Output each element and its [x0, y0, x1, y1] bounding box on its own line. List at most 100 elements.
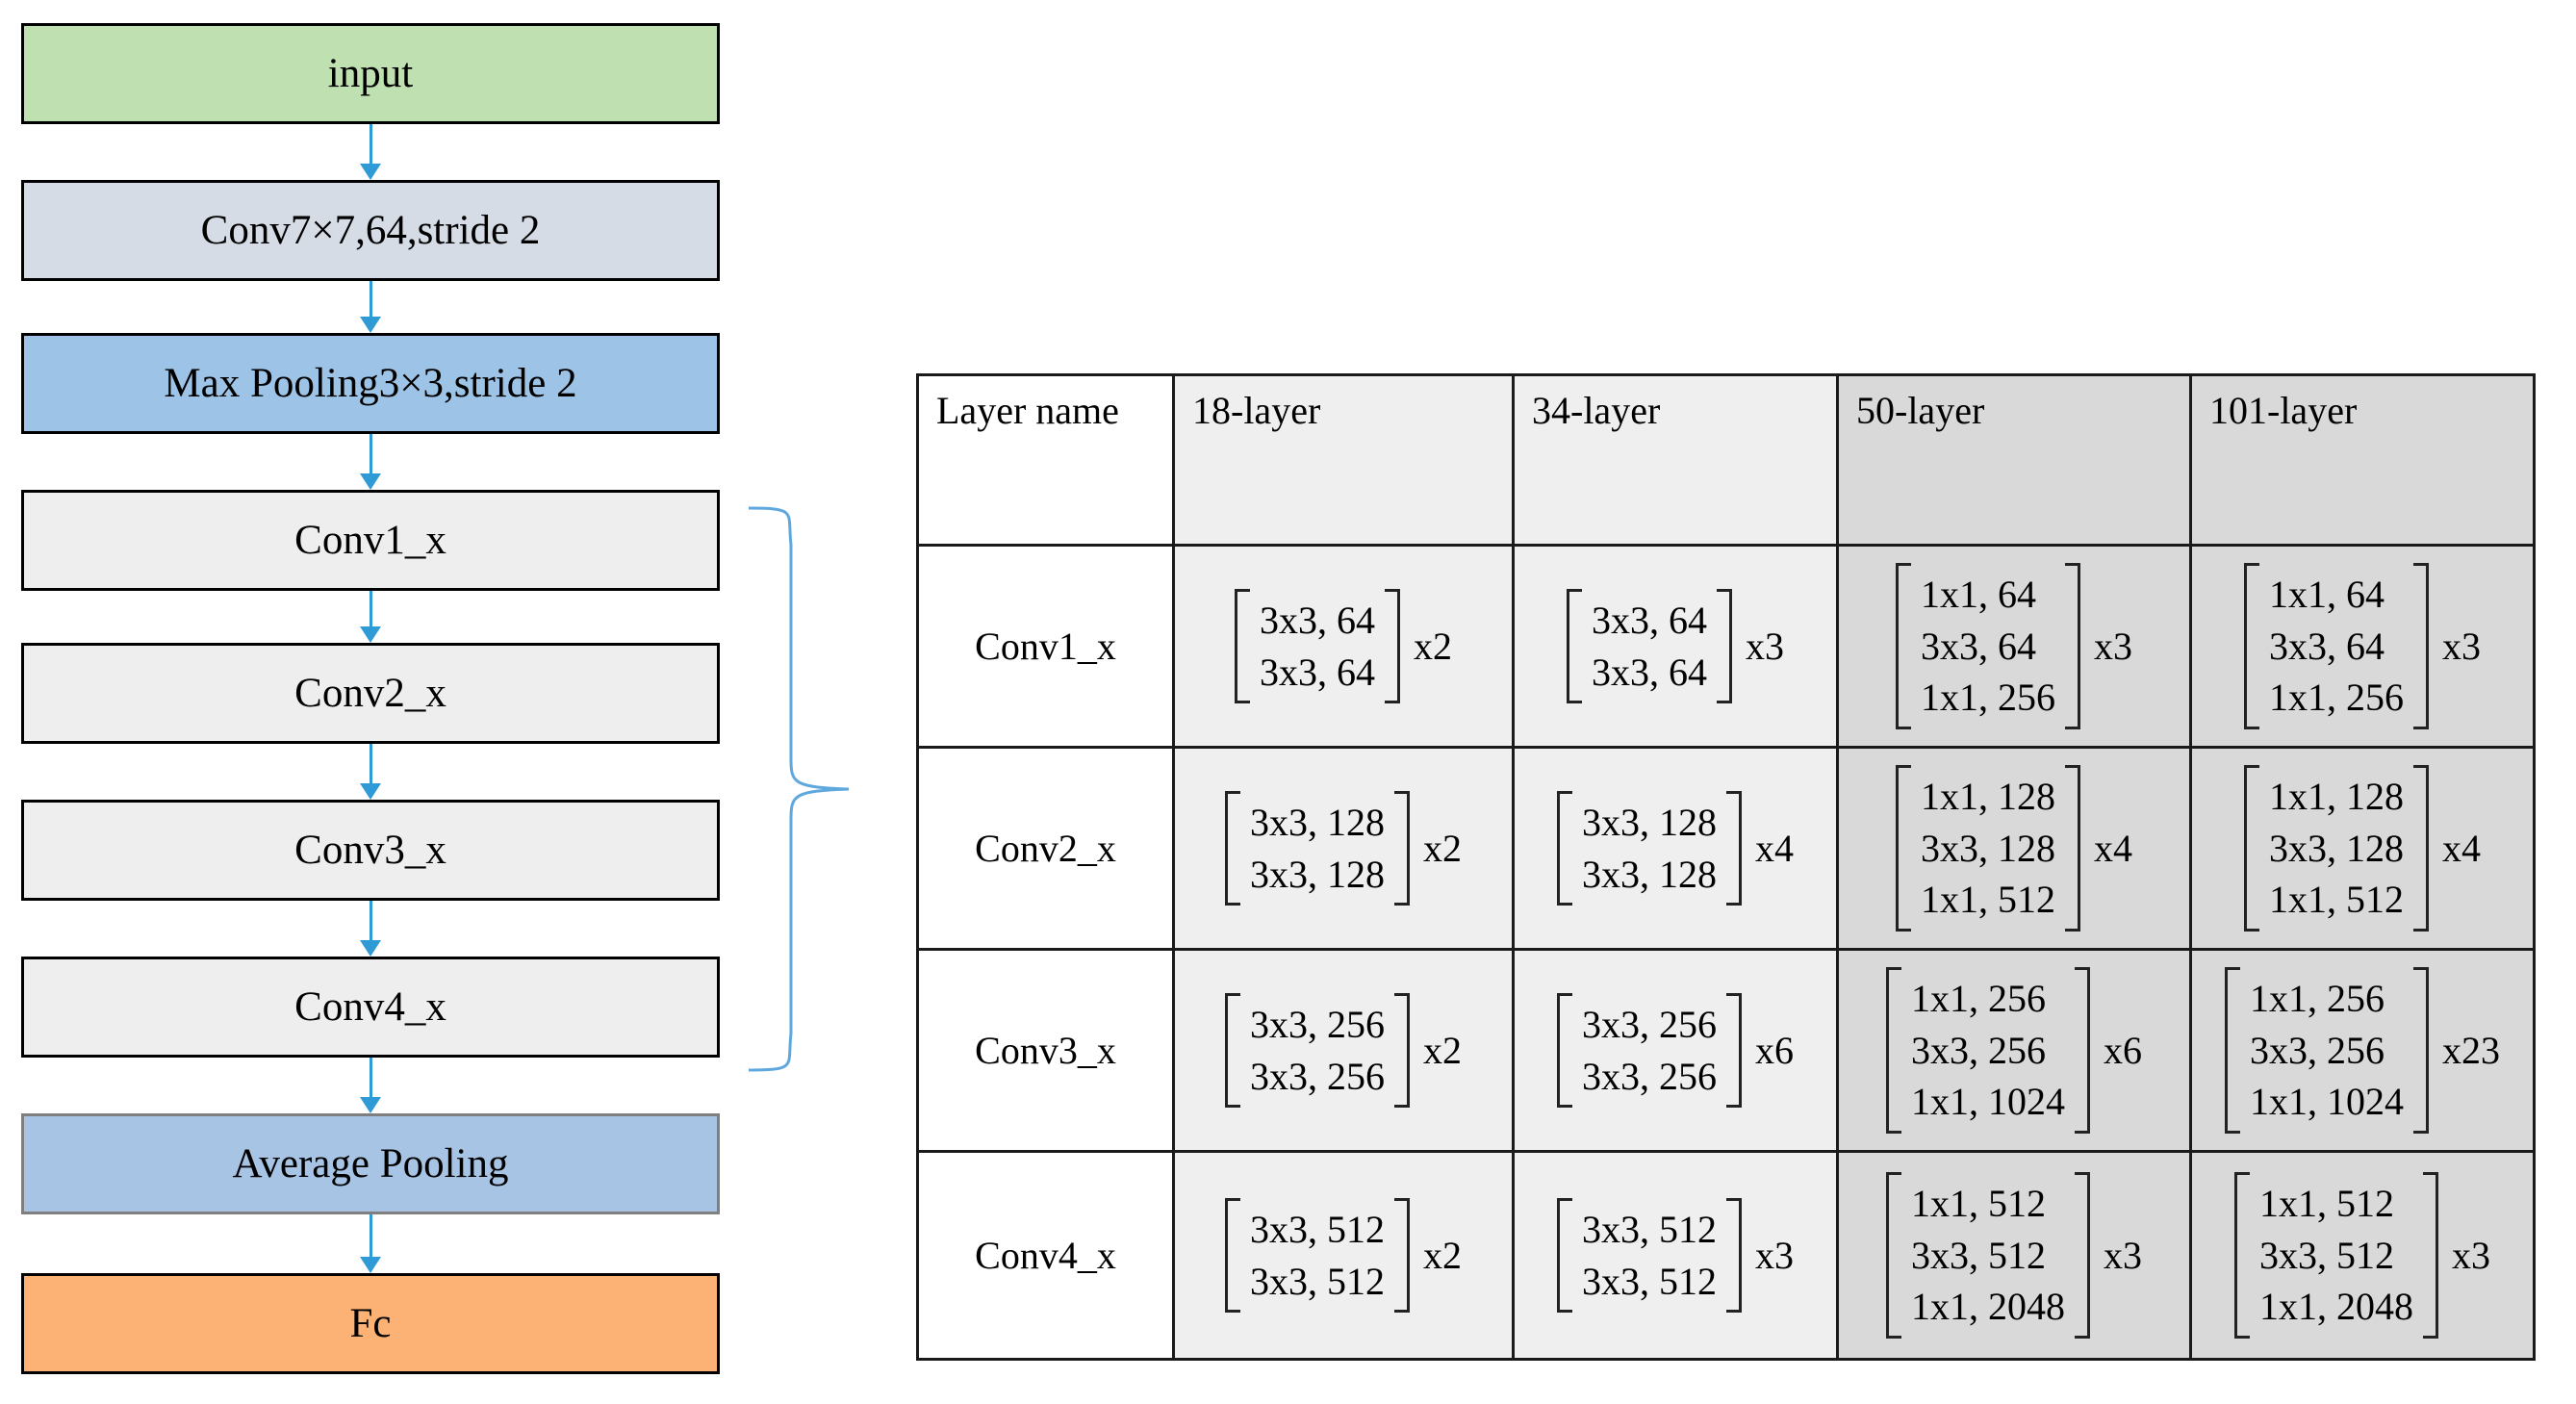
bracket-right-icon: [2423, 1172, 2438, 1339]
flow-node-input[interactable]: input: [21, 23, 720, 124]
flow-node-label: Conv4_x: [294, 984, 446, 1030]
bracket-left-icon: [1896, 563, 1911, 729]
conv-layer-spec: 1x1, 256: [1911, 977, 2046, 1021]
conv-block-matrix: 3x3, 64 3x3, 64: [1235, 588, 1400, 704]
block-cell: 1x1, 512 3x3, 512 1x1, 2048 x3: [1836, 1150, 2192, 1361]
conv-block-matrix: 3x3, 512 3x3, 512: [1225, 1197, 1410, 1314]
conv-layer-spec: 3x3, 256: [1582, 1054, 1717, 1098]
row-label-conv2_x: Conv2_x: [916, 746, 1175, 951]
conv-layer-spec: 1x1, 256: [2250, 977, 2385, 1021]
block-repeat-count: x2: [1423, 827, 1462, 870]
table-header-row: Layer name 18-layer 34-layer 50-layer 10…: [916, 373, 2536, 547]
bracket-right-icon: [2413, 967, 2429, 1134]
flow-node-conv3_x[interactable]: Conv3_x: [21, 800, 720, 901]
conv-block-matrix: 3x3, 128 3x3, 128: [1225, 790, 1410, 906]
column-header-18-layer: 18-layer: [1172, 373, 1515, 547]
flow-node-label: Average Pooling: [232, 1141, 509, 1187]
conv-layer-spec: 1x1, 128: [1921, 775, 2055, 819]
conv-layer-spec: 1x1, 64: [1921, 573, 2036, 617]
bracket-right-icon: [2413, 765, 2429, 932]
conv-block-matrix: 1x1, 64 3x3, 64 1x1, 256: [1896, 563, 2080, 729]
flow-node-label: Conv7×7,64,stride 2: [200, 208, 541, 253]
block-cell: 1x1, 128 3x3, 128 1x1, 512 x4: [2189, 746, 2536, 951]
flow-arrow-conv4_x-to-avgpool: [21, 1058, 720, 1113]
block-cell: 3x3, 128 3x3, 128 x2: [1172, 746, 1515, 951]
bracket-right-icon: [2413, 563, 2429, 729]
flow-arrow-conv3_x-to-conv4_x: [21, 901, 720, 957]
block-repeat-count: x6: [1755, 1029, 1794, 1072]
conv-block-matrix: 3x3, 128 3x3, 128: [1557, 790, 1742, 906]
diagram-canvas: input Conv7×7,64,stride 2 Max Pooling3×3,s…: [0, 0, 2576, 1404]
bracket-right-icon: [2075, 967, 2090, 1134]
flow-node-conv4_x[interactable]: Conv4_x: [21, 957, 720, 1058]
row-label-conv3_x: Conv3_x: [916, 948, 1175, 1153]
conv-layer-spec: 3x3, 64: [1260, 598, 1375, 642]
bracket-right-icon: [1385, 588, 1400, 704]
flow-arrow-maxpool-to-conv1_x: [21, 434, 720, 490]
conv-block-matrix: 1x1, 512 3x3, 512 1x1, 2048: [1886, 1172, 2090, 1339]
flow-arrow-conv7x7-to-maxpool: [21, 281, 720, 333]
block-cell: 1x1, 512 3x3, 512 1x1, 2048 x3: [2189, 1150, 2536, 1361]
flow-node-fc[interactable]: Fc: [21, 1273, 720, 1374]
conv-layer-spec: 3x3, 512: [1582, 1259, 1717, 1303]
brace-connector: [748, 506, 850, 1072]
bracket-left-icon: [2244, 765, 2259, 932]
bracket-right-icon: [2075, 1172, 2090, 1339]
flow-node-maxpool[interactable]: Max Pooling3×3,stride 2: [21, 333, 720, 434]
conv-layer-spec: 3x3, 128: [1250, 800, 1385, 844]
conv-layer-spec: 3x3, 512: [1582, 1207, 1717, 1251]
conv-layer-spec: 3x3, 64: [1592, 650, 1707, 694]
bracket-left-icon: [1225, 992, 1240, 1109]
conv-layer-spec: 1x1, 64: [2269, 573, 2385, 617]
block-cell: 3x3, 512 3x3, 512 x2: [1172, 1150, 1515, 1361]
bracket-left-icon: [2244, 563, 2259, 729]
bracket-left-icon: [1557, 790, 1572, 906]
bracket-right-icon: [1726, 1197, 1742, 1314]
table-row: Conv4_x 3x3, 512 3x3, 512 x2 3x3, 512 3x3, 51…: [916, 1150, 2536, 1361]
conv-layer-spec: 3x3, 512: [2259, 1233, 2394, 1277]
conv-layer-spec: 1x1, 128: [2269, 775, 2404, 819]
block-cell: 1x1, 64 3x3, 64 1x1, 256 x3: [2189, 544, 2536, 749]
block-repeat-count: x3: [2442, 625, 2481, 668]
conv-layer-spec: 1x1, 1024: [2250, 1080, 2404, 1124]
conv-block-matrix: 1x1, 128 3x3, 128 1x1, 512: [2244, 765, 2429, 932]
table-row: Conv2_x 3x3, 128 3x3, 128 x2 3x3, 128 3x3, 12…: [916, 746, 2536, 951]
bracket-right-icon: [1394, 1197, 1410, 1314]
conv-block-matrix: 3x3, 64 3x3, 64: [1567, 588, 1732, 704]
conv-layer-spec: 3x3, 256: [1582, 1002, 1717, 1046]
column-header-101-layer: 101-layer: [2189, 373, 2536, 547]
table-row: Conv3_x 3x3, 256 3x3, 256 x2 3x3, 256 3x3, 25…: [916, 948, 2536, 1153]
flow-node-conv2_x[interactable]: Conv2_x: [21, 643, 720, 744]
bracket-left-icon: [1896, 765, 1911, 932]
conv-layer-spec: 1x1, 2048: [1911, 1285, 2065, 1329]
block-cell: 3x3, 64 3x3, 64 x2: [1172, 544, 1515, 749]
block-repeat-count: x3: [2452, 1234, 2490, 1277]
block-cell: 1x1, 256 3x3, 256 1x1, 1024 x23: [2189, 948, 2536, 1153]
conv-layer-spec: 3x3, 256: [2250, 1028, 2385, 1072]
bracket-left-icon: [2234, 1172, 2250, 1339]
block-repeat-count: x3: [1755, 1234, 1794, 1277]
conv-layer-spec: 3x3, 512: [1250, 1207, 1385, 1251]
block-cell: 1x1, 64 3x3, 64 1x1, 256 x3: [1836, 544, 2192, 749]
conv-layer-spec: 1x1, 256: [1921, 676, 2055, 720]
block-cell: 3x3, 64 3x3, 64 x3: [1512, 544, 1839, 749]
conv-layer-spec: 3x3, 64: [1592, 598, 1707, 642]
conv-block-matrix: 1x1, 64 3x3, 64 1x1, 256: [2244, 563, 2429, 729]
conv-layer-spec: 3x3, 128: [2269, 826, 2404, 870]
bracket-left-icon: [1225, 790, 1240, 906]
conv-layer-spec: 1x1, 1024: [1911, 1080, 2065, 1124]
conv-layer-spec: 1x1, 2048: [2259, 1285, 2413, 1329]
conv-layer-spec: 3x3, 64: [2269, 624, 2385, 668]
flow-node-avgpool[interactable]: Average Pooling: [21, 1113, 720, 1214]
flow-node-conv7x7[interactable]: Conv7×7,64,stride 2: [21, 180, 720, 281]
flow-arrow-input-to-conv7x7: [21, 124, 720, 180]
bracket-right-icon: [2065, 765, 2080, 932]
flow-node-conv1_x[interactable]: Conv1_x: [21, 490, 720, 591]
block-cell: 3x3, 256 3x3, 256 x6: [1512, 948, 1839, 1153]
column-header-layer-name: Layer name: [916, 373, 1175, 547]
bracket-left-icon: [1557, 1197, 1572, 1314]
block-cell: 1x1, 256 3x3, 256 1x1, 1024 x6: [1836, 948, 2192, 1153]
block-repeat-count: x4: [2094, 827, 2132, 870]
flow-node-label: Conv1_x: [294, 518, 446, 563]
conv-layer-spec: 1x1, 512: [1921, 878, 2055, 922]
